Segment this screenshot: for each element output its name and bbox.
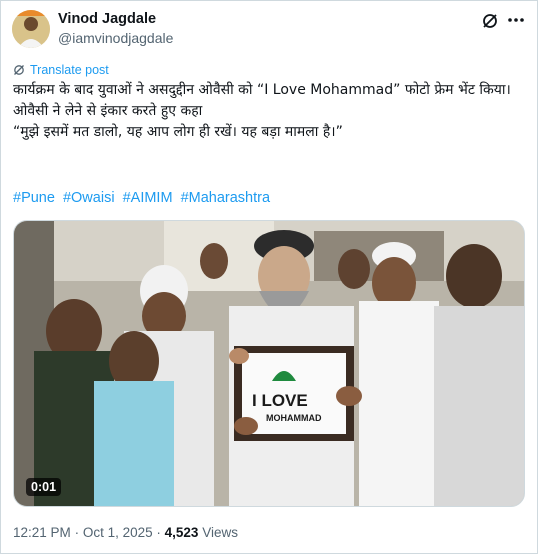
hashtags: #Pune #Owaisi #AIMIM #Maharashtra [13,190,274,206]
avatar[interactable] [12,10,50,48]
author-name[interactable]: Vinod Jagdale [58,11,156,27]
post-line: कार्यक्रम के बाद युवाओं ने असदुद्दीन ओवै… [13,82,511,98]
frame-text-love: I LOVE [252,391,308,410]
views-count: 4,523 [164,525,199,540]
post-line: “मुझे इसमें मत डालो, यह आप लोग ही रखें। … [13,124,343,140]
post-date[interactable]: Oct 1, 2025 [83,525,153,540]
video-thumbnail: I LOVE MOHAMMAD [14,221,524,506]
translate-label: Translate post [30,63,109,77]
hashtag-link[interactable]: #Owaisi [63,190,115,206]
author-handle[interactable]: @iamvinodjagdale [58,30,173,46]
post-meta: 12:21 PM · Oct 1, 2025 · 4,523 Views [13,525,238,540]
post-time[interactable]: 12:21 PM [13,525,71,540]
meta-separator: · [74,525,80,540]
frame-text-mohammad: MOHAMMAD [266,413,322,423]
translate-post-link[interactable]: Translate post [13,63,109,77]
video-duration: 0:01 [26,478,62,496]
views-label: Views [202,525,238,540]
more-icon[interactable] [505,10,527,30]
hashtag-link[interactable]: #AIMIM [123,190,173,206]
post-text: कार्यक्रम के बाद युवाओं ने असदुद्दीन ओवै… [13,80,525,143]
translate-icon [14,65,24,75]
hashtag-link[interactable]: #Maharashtra [181,190,270,206]
hashtag-link[interactable]: #Pune [13,190,55,206]
video-player[interactable]: I LOVE MOHAMMAD 0:01 [13,220,525,507]
grok-icon[interactable] [481,12,499,30]
meta-separator: · [156,525,161,540]
post-line: ओवैसी ने लेने से इंकार करते हुए कहा [13,103,203,119]
